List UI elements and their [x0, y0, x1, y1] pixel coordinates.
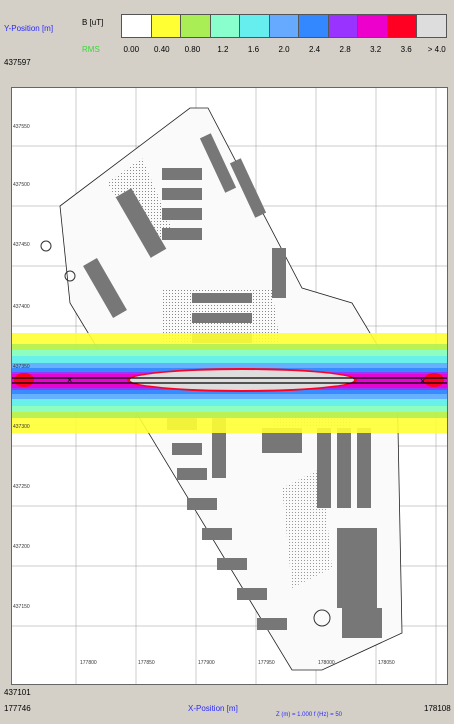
- legend-swatch-10: [417, 15, 447, 37]
- y-tick-label: 437150: [13, 604, 30, 610]
- legend-label: 3.6: [400, 45, 412, 54]
- legend-label: 2.0: [278, 45, 290, 54]
- legend-value-labels: 0.00 0.40 0.80 1.2 1.6 2.0 2.4 2.8 3.2 3…: [116, 45, 452, 54]
- field-plot-area[interactable]: × × 437550 437500 437450 437400 437350 4…: [11, 87, 448, 685]
- y-min-value: 437101: [4, 688, 31, 697]
- x-max-value: 178108: [424, 704, 451, 713]
- legend-label: 3.2: [370, 45, 382, 54]
- legend-rms-label: RMS: [82, 45, 100, 54]
- x-tick-label: 177900: [198, 660, 215, 666]
- y-max-value: 437597: [4, 58, 31, 67]
- legend-label: 1.2: [217, 45, 229, 54]
- y-tick-label: 437300: [13, 424, 30, 430]
- color-scale-legend: [121, 14, 447, 38]
- legend-swatch-7: [328, 15, 359, 37]
- legend-swatch-6: [299, 15, 329, 37]
- x-axis-label: X-Position [m]: [188, 704, 238, 713]
- x-tick-label: 178050: [378, 660, 395, 666]
- x-tick-label: 177950: [258, 660, 275, 666]
- y-tick-label: 437350: [13, 364, 30, 370]
- legend-swatch-9: [387, 15, 418, 37]
- y-tick-label: 437250: [13, 484, 30, 490]
- legend-label: > 4.0: [427, 45, 446, 54]
- y-axis-label: Y-Position [m]: [4, 24, 54, 33]
- legend-label: 2.4: [308, 45, 321, 54]
- x-min-value: 177746: [4, 704, 31, 713]
- legend-swatch-8: [358, 15, 388, 37]
- legend-label: 1.6: [247, 45, 260, 54]
- legend-swatch-2: [181, 15, 211, 37]
- svg-text:×: ×: [420, 376, 425, 386]
- y-tick-label: 437450: [13, 242, 30, 248]
- legend-unit-label: B [uT]: [82, 18, 104, 27]
- legend-label: 0.80: [184, 45, 201, 54]
- legend-label: 2.8: [339, 45, 351, 54]
- legend-swatch-1: [151, 15, 182, 37]
- y-tick-label: 437400: [13, 304, 30, 310]
- legend-swatch-5: [269, 15, 300, 37]
- y-tick-label: 437500: [13, 182, 30, 188]
- legend-label: 0.40: [154, 45, 170, 54]
- y-tick-label: 437200: [13, 544, 30, 550]
- legend-swatch-3: [210, 15, 241, 37]
- legend-swatch-0: [122, 15, 152, 37]
- x-tick-label: 177800: [80, 660, 97, 666]
- svg-text:×: ×: [67, 375, 72, 385]
- legend-swatch-4: [240, 15, 270, 37]
- y-tick-label: 437550: [13, 124, 30, 130]
- parameters-footer: Z (m) = 1.000 f (Hz) = 50: [276, 712, 343, 718]
- x-tick-label: 178000: [318, 660, 335, 666]
- map-canvas: × ×: [12, 88, 447, 684]
- legend-label: 0.00: [123, 45, 140, 54]
- x-tick-label: 177850: [138, 660, 155, 666]
